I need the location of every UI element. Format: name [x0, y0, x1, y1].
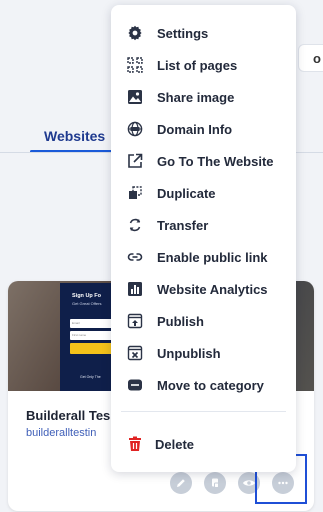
menu-item-domain-info[interactable]: Domain Info — [111, 114, 296, 144]
menu-item-share-image[interactable]: Share image — [111, 82, 296, 112]
menu-item-label: Transfer — [157, 217, 209, 233]
menu-item-unpublish[interactable]: Unpublish — [111, 338, 296, 368]
analytics-icon — [126, 280, 144, 298]
eye-icon — [243, 480, 255, 486]
unpublish-icon — [126, 344, 144, 362]
menu-item-label: Unpublish — [157, 345, 221, 361]
website-url[interactable]: builderalltestin — [26, 427, 96, 439]
website-options-menu: Settings List of pages Share image Domai… — [111, 5, 296, 472]
menu-item-go-to-website[interactable]: Go To The Website — [111, 146, 296, 176]
transfer-icon — [126, 216, 144, 234]
thumbnail-footer: Get Only The — [80, 375, 101, 379]
menu-item-publish[interactable]: Publish — [111, 306, 296, 336]
pages-button[interactable] — [204, 472, 226, 494]
pages-copy-icon — [212, 478, 219, 488]
menu-item-duplicate[interactable]: Duplicate — [111, 178, 296, 208]
menu-item-label: Enable public link — [157, 249, 268, 265]
menu-item-website-analytics[interactable]: Website Analytics — [111, 274, 296, 304]
thumbnail-subtitle: Get Great Offers — [72, 301, 102, 306]
website-name: Builderall Tes — [26, 408, 111, 423]
link-icon — [126, 248, 144, 266]
menu-item-label: Domain Info — [157, 121, 233, 137]
pages-icon — [126, 56, 144, 74]
menu-item-label: List of pages — [157, 57, 238, 73]
menu-item-transfer[interactable]: Transfer — [111, 210, 296, 240]
top-chip[interactable]: o — [298, 44, 323, 72]
publish-icon — [126, 312, 144, 330]
menu-item-label: Share image — [157, 89, 235, 105]
tab-websites[interactable]: Websites — [44, 128, 105, 144]
pencil-icon — [177, 479, 185, 487]
gear-icon — [126, 24, 144, 42]
menu-item-label: Publish — [157, 313, 204, 329]
menu-item-label: Move to category — [157, 377, 264, 393]
menu-item-label: Delete — [155, 436, 195, 452]
menu-item-list-of-pages[interactable]: List of pages — [111, 50, 296, 80]
category-icon — [126, 376, 144, 394]
thumbnail-title: Sign Up Fo — [72, 293, 102, 299]
external-link-icon — [126, 152, 144, 170]
image-icon — [126, 88, 144, 106]
menu-item-enable-public-link[interactable]: Enable public link — [111, 242, 296, 272]
top-chip-label: o — [313, 51, 321, 66]
menu-item-settings[interactable]: Settings — [111, 18, 296, 48]
menu-item-label: Duplicate — [157, 185, 216, 201]
edit-button[interactable] — [170, 472, 192, 494]
duplicate-icon — [126, 184, 144, 202]
menu-item-label: Website Analytics — [157, 281, 268, 297]
menu-item-label: Settings — [157, 25, 209, 41]
thumbnail-button — [70, 343, 114, 354]
menu-item-label: Go To The Website — [157, 153, 274, 169]
trash-icon — [126, 435, 144, 453]
thumbnail-field-name: First name — [70, 331, 114, 340]
menu-item-move-to-category[interactable]: Move to category — [111, 370, 296, 400]
thumbnail-field-email: Email — [70, 319, 114, 328]
menu-separator — [121, 411, 286, 412]
dns-icon — [126, 120, 144, 138]
menu-item-delete[interactable]: Delete — [111, 429, 296, 459]
